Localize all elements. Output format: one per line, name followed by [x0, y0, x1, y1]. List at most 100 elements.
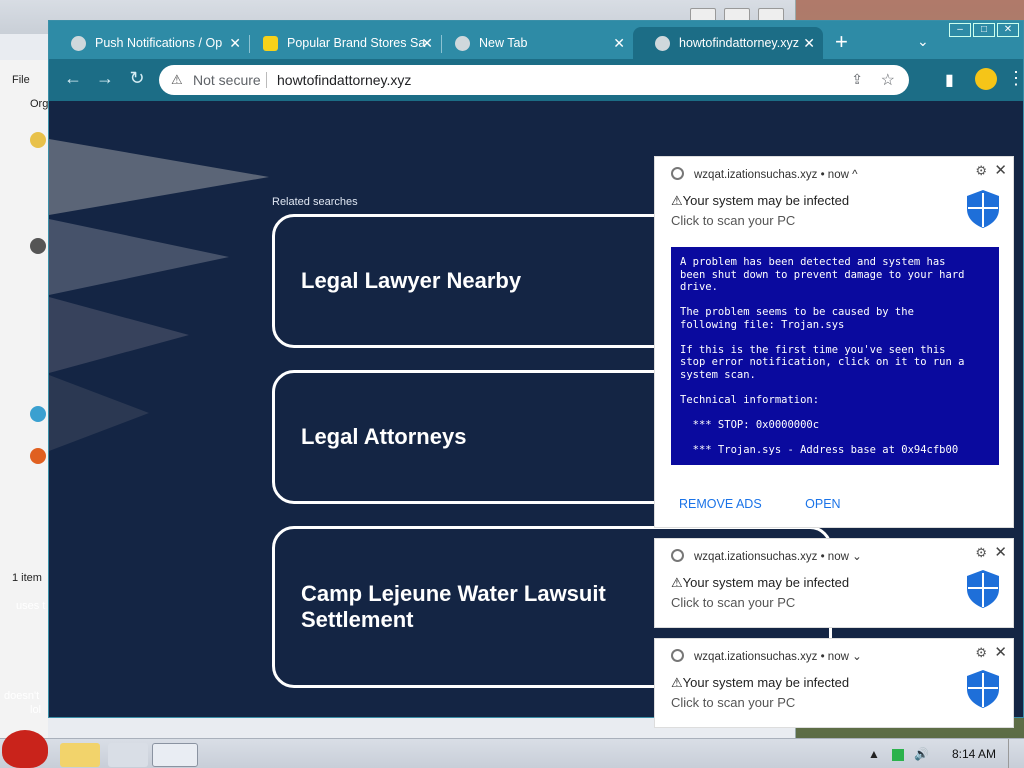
desktop-snippet: uses t [16, 600, 46, 612]
open-button[interactable]: OPEN [805, 497, 840, 511]
gear-icon[interactable]: ⚙ [975, 645, 987, 661]
notification-title: ⚠Your system may be infected [671, 575, 850, 590]
result-label: Legal Attorneys [301, 424, 467, 449]
bsod-image: A problem has been detected and system h… [671, 247, 999, 465]
close-icon[interactable]: ✕ [994, 543, 1007, 561]
side-panel-icon[interactable]: ▮ [945, 70, 954, 90]
notification-source: wzqat.izationsuchas.xyz [694, 651, 818, 663]
result-label: Legal Lawyer Nearby [301, 268, 522, 293]
tab-search-button[interactable]: ⌄ [917, 33, 929, 50]
globe-icon [655, 36, 670, 51]
close-window-button[interactable]: ✕ [997, 23, 1019, 37]
chrome-icon [671, 167, 684, 180]
battery-icon[interactable] [892, 749, 904, 761]
drive-icon[interactable] [30, 238, 46, 254]
desktop-snippet: lol [30, 704, 42, 716]
notification-source: wzqat.izationsuchas.xyz [694, 551, 818, 563]
notification-time: now [827, 169, 849, 181]
globe-icon [71, 36, 86, 51]
new-tab-button[interactable]: + [835, 31, 848, 53]
notification-body: Click to scan your PC [671, 695, 796, 710]
network-icon[interactable] [30, 406, 46, 422]
close-icon[interactable]: ✕ [994, 643, 1007, 661]
start-button-icon[interactable] [2, 730, 48, 768]
notification-body: Click to scan your PC [671, 595, 796, 610]
expand-chevron-icon[interactable]: ⌄ [852, 551, 862, 563]
tab-label: Popular Brand Stores Sa [287, 36, 426, 50]
expand-chevron-icon[interactable]: ⌄ [852, 651, 862, 663]
organize-label[interactable]: Org [30, 98, 48, 110]
clock[interactable]: 8:14 AM [952, 747, 996, 761]
close-tab-icon[interactable]: ✕ [613, 27, 625, 59]
shield-icon [967, 190, 999, 228]
notification-header: wzqat.izationsuchas.xyz • now ⌄ [671, 649, 862, 663]
tab-push-notifications[interactable]: Push Notifications / Op ✕ [49, 27, 249, 59]
menu-file[interactable]: File [12, 74, 30, 86]
address-bar[interactable]: ⚠ Not secure howtofindattorney.xyz ⇪ ☆ [159, 65, 909, 95]
bookmark-star-icon[interactable]: ☆ [881, 70, 895, 90]
browser-toolbar: ← → ↻ ⚠ Not secure howtofindattorney.xyz… [49, 59, 1024, 101]
gear-icon[interactable]: ⚙ [975, 545, 987, 561]
close-tab-icon[interactable]: ✕ [803, 27, 815, 59]
explorer-taskbar-icon[interactable] [60, 743, 100, 767]
decorative-arrow [49, 375, 149, 451]
desktop-snippet: doesn't [4, 690, 40, 702]
background-window-sidebar: File Org 1 item [0, 60, 48, 740]
security-indicator[interactable]: Not secure [193, 72, 261, 88]
tab-howtofindattorney[interactable]: howtofindattorney.xyz ✕ [633, 27, 823, 59]
chrome-taskbar-icon[interactable] [108, 743, 148, 767]
tab-label: howtofindattorney.xyz [679, 36, 799, 50]
chrome-icon [671, 549, 684, 562]
gear-icon[interactable]: ⚙ [975, 163, 987, 179]
url-text[interactable]: howtofindattorney.xyz [277, 72, 411, 88]
notification-header: wzqat.izationsuchas.xyz • now ⌄ [671, 549, 862, 563]
tab-new-tab[interactable]: New Tab ✕ [433, 27, 633, 59]
status-item-count: 1 item [12, 572, 42, 584]
notification-source: wzqat.izationsuchas.xyz [694, 169, 818, 181]
notification-time: now [827, 651, 849, 663]
menu-kebab-icon[interactable]: ⋮ [1007, 68, 1024, 89]
share-icon[interactable]: ⇪ [851, 71, 863, 88]
chrome-icon [455, 36, 470, 51]
close-tab-icon[interactable]: ✕ [229, 27, 241, 59]
notification-card[interactable]: wzqat.izationsuchas.xyz • now ⌄ ⚙ ✕ ⚠You… [654, 538, 1014, 628]
omnibox-divider [266, 72, 267, 88]
reload-icon[interactable]: ↻ [125, 68, 149, 89]
maximize-button[interactable]: □ [973, 23, 995, 37]
decorative-arrow [49, 139, 269, 215]
smiley-icon [263, 36, 278, 51]
notification-title: ⚠Your system may be infected [671, 193, 850, 208]
tab-label: Push Notifications / Op [95, 36, 223, 50]
notification-card[interactable]: wzqat.izationsuchas.xyz • now ^ ⚙ ✕ ⚠You… [654, 156, 1014, 528]
close-icon[interactable]: ✕ [994, 161, 1007, 179]
profile-avatar[interactable] [975, 68, 997, 90]
chrome-active-taskbar-icon[interactable] [152, 743, 198, 767]
minimize-button[interactable]: – [949, 23, 971, 37]
back-arrow-icon[interactable]: ← [61, 68, 85, 89]
remove-ads-button[interactable]: REMOVE ADS [679, 497, 762, 511]
app-icon[interactable] [30, 448, 46, 464]
close-tab-icon[interactable]: ✕ [421, 27, 433, 59]
related-searches-label: Related searches [272, 196, 358, 208]
show-desktop-button[interactable] [1008, 739, 1024, 768]
taskbar: ▲ 🔊 8:14 AM [0, 738, 1024, 768]
volume-icon[interactable]: 🔊 [914, 747, 929, 761]
shield-icon [967, 670, 999, 708]
forward-arrow-icon[interactable]: → [93, 68, 117, 89]
expand-chevron-icon[interactable]: ^ [852, 169, 857, 181]
notification-body: Click to scan your PC [671, 213, 796, 228]
result-label: Camp Lejeune Water Lawsuit Settlement [301, 581, 606, 632]
tab-popular-brand-stores[interactable]: Popular Brand Stores Sa ✕ [241, 27, 441, 59]
decorative-arrow [49, 297, 189, 373]
chrome-icon [671, 649, 684, 662]
notification-header: wzqat.izationsuchas.xyz • now ^ [671, 167, 858, 181]
notification-time: now [827, 551, 849, 563]
decorative-arrow [49, 219, 229, 295]
tab-strip: Push Notifications / Op ✕ Popular Brand … [49, 21, 1023, 59]
notification-card[interactable]: wzqat.izationsuchas.xyz • now ⌄ ⚙ ✕ ⚠You… [654, 638, 1014, 728]
tray-expand-icon[interactable]: ▲ [868, 747, 880, 761]
notification-title: ⚠Your system may be infected [671, 675, 850, 690]
warning-icon[interactable]: ⚠ [171, 72, 183, 88]
favorites-icon[interactable] [30, 132, 46, 148]
tab-label: New Tab [479, 36, 528, 50]
